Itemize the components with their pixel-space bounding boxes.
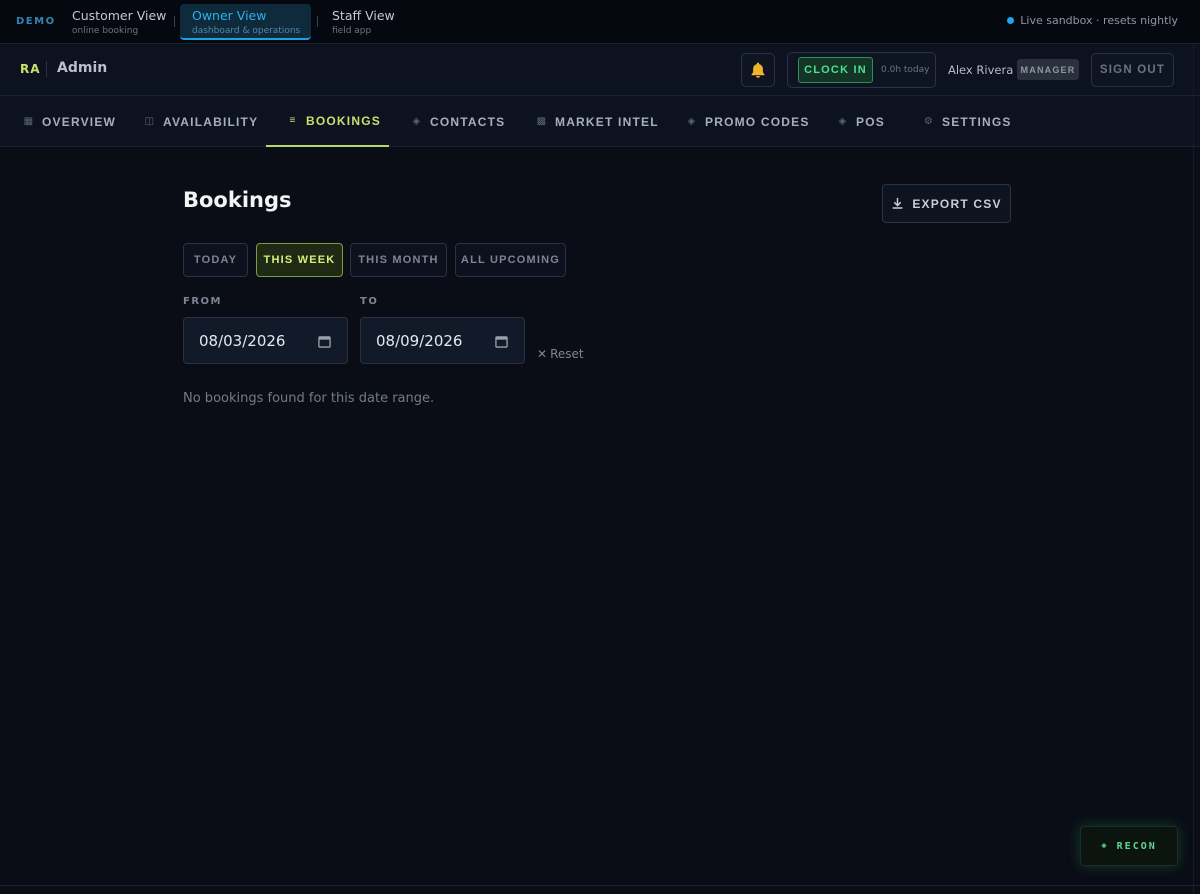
diamond-icon: ◈ (838, 116, 848, 127)
sandbox-status: Live sandbox · resets nightly (1007, 14, 1178, 27)
live-dot-icon (1007, 17, 1015, 24)
tab-label: PROMO CODES (705, 114, 810, 129)
reset-label: Reset (550, 347, 584, 361)
view-separator (317, 16, 318, 27)
customer-view-tab[interactable]: Customer View online booking (60, 4, 178, 40)
to-label: TO (360, 296, 379, 307)
demo-label: DEMO (16, 16, 56, 27)
gear-icon: ⚙ (923, 116, 935, 127)
list-icon: ≡ (289, 115, 297, 126)
chart-icon: ▩ (536, 116, 548, 127)
tab-contacts[interactable]: ◈ CONTACTS (410, 96, 505, 147)
clock-in-button[interactable]: CLOCK IN (798, 57, 873, 83)
staff-view-title: Staff View (332, 8, 395, 23)
export-csv-label: EXPORT CSV (912, 196, 1002, 211)
from-date-value: 08/03/2026 (199, 331, 286, 350)
bottom-divider (0, 885, 1200, 886)
page-title: Bookings (183, 188, 292, 212)
to-date-input[interactable]: 08/09/2026 (360, 317, 525, 364)
clock-widget: CLOCK IN 0.0h today (787, 52, 936, 88)
diamond-icon: ◈ (412, 116, 422, 127)
owner-view-tab[interactable]: Owner View dashboard & operations (180, 4, 311, 40)
bell-icon (751, 62, 765, 78)
reset-button[interactable]: ✕ Reset (537, 347, 584, 361)
download-icon (892, 197, 903, 209)
owner-view-subtitle: dashboard & operations (192, 26, 301, 36)
owner-view-title: Owner View (192, 8, 267, 23)
from-date-input[interactable]: 08/03/2026 (183, 317, 348, 364)
to-date-value: 08/09/2026 (376, 331, 463, 350)
tab-promo-codes[interactable]: ◈ PROMO CODES (685, 96, 810, 147)
main-nav: ▦ OVERVIEW ◫ AVAILABILITY ≡ BOOKINGS ◈ CONTA… (0, 96, 1200, 147)
app-header: RA Admin CLOCK IN 0.0h today Alex Rivera… (0, 44, 1200, 96)
sign-out-button[interactable]: SIGN OUT (1091, 53, 1174, 87)
tab-bookings[interactable]: ≡ BOOKINGS (266, 96, 389, 147)
customer-view-title: Customer View (72, 8, 167, 23)
scrollbar-track (1193, 44, 1194, 894)
filter-today[interactable]: TODAY (183, 243, 248, 277)
tab-pos[interactable]: ◈ POS (836, 96, 885, 147)
brand-separator (46, 61, 47, 77)
tab-label: POS (856, 114, 885, 129)
tab-market-intel[interactable]: ▩ MARKET INTEL (535, 96, 659, 147)
calendar-icon: ◫ (144, 116, 156, 127)
tab-label: SETTINGS (942, 114, 1012, 129)
recon-button[interactable]: ◈ RECON (1080, 826, 1178, 866)
grid-icon: ▦ (23, 116, 35, 127)
view-separator (174, 16, 175, 27)
tab-label: CONTACTS (430, 114, 506, 129)
filter-this-month[interactable]: THIS MONTH (350, 243, 447, 277)
hours-today: 0.0h today (881, 65, 930, 75)
user-name: Alex Rivera (948, 63, 1014, 77)
notifications-button[interactable] (741, 53, 775, 87)
tab-settings[interactable]: ⚙ SETTINGS (922, 96, 1012, 147)
calendar-icon[interactable] (318, 335, 331, 348)
tab-availability[interactable]: ◫ AVAILABILITY (143, 96, 258, 147)
customer-view-subtitle: online booking (72, 26, 139, 36)
staff-view-subtitle: field app (332, 26, 372, 36)
export-csv-button[interactable]: EXPORT CSV (882, 184, 1011, 223)
close-icon: ✕ (537, 347, 548, 361)
tab-label: BOOKINGS (306, 113, 381, 128)
brand-label: Admin (57, 60, 108, 76)
calendar-icon[interactable] (495, 335, 508, 348)
tab-label: AVAILABILITY (163, 114, 259, 129)
brand-initials: RA (20, 62, 41, 76)
filter-all-upcoming[interactable]: ALL UPCOMING (455, 243, 566, 277)
sandbox-text: Live sandbox · resets nightly (1020, 14, 1178, 27)
recon-label: RECON (1116, 840, 1157, 852)
tab-label: MARKET INTEL (555, 114, 659, 129)
staff-view-tab[interactable]: Staff View field app (320, 4, 407, 40)
empty-message: No bookings found for this date range. (183, 391, 435, 406)
from-label: FROM (183, 296, 222, 307)
tab-overview[interactable]: ▦ OVERVIEW (22, 96, 116, 147)
demo-bar: DEMO Customer View online booking Owner … (0, 0, 1200, 44)
diamond-icon: ◈ (1101, 841, 1109, 851)
filter-this-week[interactable]: THIS WEEK (256, 243, 343, 277)
diamond-icon: ◈ (687, 116, 697, 127)
role-badge: MANAGER (1017, 59, 1079, 80)
tab-label: OVERVIEW (42, 114, 117, 129)
